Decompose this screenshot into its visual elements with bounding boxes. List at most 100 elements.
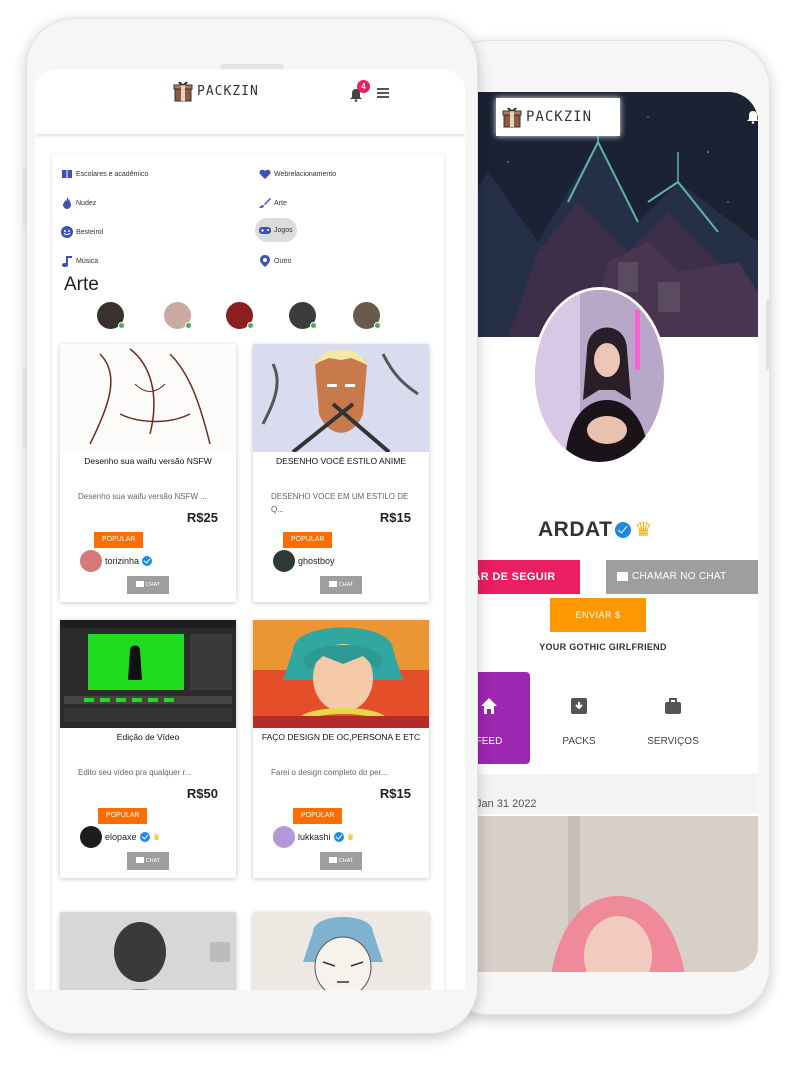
product-description: Farei o design completo do per... (271, 768, 388, 777)
category-label: Escolares e acadêmico (76, 170, 149, 178)
profile-tagline: YOUR GOTHIC GIRLFRIEND (539, 642, 667, 652)
product-card[interactable]: Desenho sua waifu versão NSFW Desenho su… (60, 344, 236, 602)
location-pin-icon (260, 255, 270, 267)
send-money-button[interactable]: ENVIAR $ (550, 598, 646, 632)
seller-name: torizinha (105, 556, 140, 566)
category-label: Besteirol (76, 228, 104, 236)
product-description: Edito seu vídeo pra qualquer r... (78, 768, 192, 777)
product-card[interactable]: FAÇO DESIGN DE OC,PERSONA E ETC Farei o … (253, 620, 429, 878)
crown-icon: ♛ (346, 831, 355, 842)
category-fun[interactable]: Besteirol (61, 226, 103, 238)
online-user-avatar[interactable] (289, 302, 317, 329)
profile-avatar[interactable] (532, 287, 667, 465)
product-image (253, 912, 429, 990)
seller-name: elopaxe (105, 832, 137, 842)
gift-box-icon (502, 107, 522, 128)
product-price: R$25 (186, 510, 218, 525)
seller-avatar (273, 826, 295, 848)
chat-button[interactable]: CHAT (320, 576, 362, 594)
video-editor-screenshot (60, 620, 236, 728)
profile-tabs: FEED PACKS SERVIÇOS (448, 672, 758, 764)
brand-logo[interactable]: PACKZIN (173, 80, 259, 102)
seller-info[interactable]: ghostboy (273, 550, 335, 572)
seller-avatar (273, 550, 295, 572)
feed-photo (448, 816, 758, 972)
archive-box-icon (571, 698, 587, 714)
profile-name-row: ARDAT ♛ (538, 517, 652, 542)
popular-badge: POPULAR (293, 808, 343, 824)
profile-photo (535, 290, 664, 462)
online-status-dot (310, 322, 317, 329)
popular-badge: POPULAR (94, 532, 144, 548)
tab-packs[interactable]: PACKS (538, 672, 620, 764)
sketch-drawing (60, 344, 236, 452)
product-price: R$50 (186, 786, 218, 801)
profile-screen: PACKZIN ARDAT ♛ ARAR DE SEGUIR CHAMAR NO… (448, 92, 758, 972)
product-card[interactable] (60, 912, 236, 990)
chat-button[interactable]: CHAT (127, 576, 169, 594)
product-card[interactable]: Edição de Vídeo Edito seu vídeo pra qual… (60, 620, 236, 878)
online-status-dot (247, 322, 254, 329)
popular-badge: POPULAR (98, 808, 148, 824)
category-nudity[interactable]: Nudez (61, 197, 96, 209)
tab-services[interactable]: SERVIÇOS (632, 672, 714, 764)
product-image (60, 912, 236, 990)
chat-button[interactable]: CHAMAR NO CHAT (606, 560, 758, 594)
back-phone-frame: PACKZIN ARDAT ♛ ARAR DE SEGUIR CHAMAR NO… (440, 40, 770, 1015)
category-music[interactable]: Música (61, 255, 98, 267)
online-user-avatar[interactable] (226, 302, 254, 329)
verified-badge-icon (615, 521, 632, 538)
product-title: FAÇO DESIGN DE OC,PERSONA E ETC (261, 732, 421, 742)
category-games[interactable]: Jogos (255, 218, 297, 242)
category-label: Nudez (76, 199, 97, 207)
category-dating[interactable]: Webrelacionamento (259, 168, 336, 180)
feed-post-image[interactable] (448, 816, 758, 972)
online-user-avatar[interactable] (353, 302, 381, 329)
gamepad-icon (259, 227, 271, 234)
side-button (23, 368, 27, 448)
category-panel: Escolares e acadêmico Webrelacionamento … (52, 154, 444, 990)
brand-logo[interactable]: PACKZIN (496, 98, 620, 136)
online-user-avatar[interactable] (164, 302, 192, 329)
brush-icon (259, 198, 271, 208)
seller-info[interactable]: torizinha (80, 550, 153, 572)
section-title: Arte (64, 274, 99, 295)
seller-info[interactable]: elopaxe ♛ (80, 826, 161, 848)
product-image (60, 620, 236, 728)
chat-button-label: CHAMAR NO CHAT (632, 571, 727, 582)
stage: PACKZIN ARDAT ♛ ARAR DE SEGUIR CHAMAR NO… (0, 0, 800, 1070)
seller-avatar (80, 550, 102, 572)
product-card[interactable] (253, 912, 429, 990)
category-label: Outro (274, 257, 292, 265)
online-status-dot (118, 322, 125, 329)
verified-badge-icon (333, 832, 344, 842)
brand-name: PACKZIN (526, 109, 593, 125)
category-label: Arte (274, 199, 287, 207)
front-phone-frame: PACKZIN 4 Escolares e acadêmico Webrelac… (23, 18, 478, 1034)
product-price: R$15 (379, 510, 411, 525)
seller-name: lukkashi (298, 832, 331, 842)
seller-name: ghostboy (298, 556, 335, 566)
speaker-grille (220, 64, 284, 69)
marketplace-screen: PACKZIN 4 Escolares e acadêmico Webrelac… (35, 70, 465, 990)
hamburger-menu-icon[interactable] (377, 88, 389, 98)
product-title: Desenho sua waifu versão NSFW (84, 456, 212, 466)
online-user-avatar[interactable] (97, 302, 125, 329)
anime-sketch-drawing (253, 912, 429, 990)
product-description: Desenho sua waifu versão NSFW ... (78, 492, 207, 501)
seller-info[interactable]: lukkashi ♛ (273, 826, 355, 848)
tab-services-label: SERVIÇOS (647, 736, 699, 747)
book-icon (62, 170, 72, 178)
side-button (23, 168, 27, 228)
chat-button[interactable]: CHAT (320, 852, 362, 870)
brand-name: PACKZIN (197, 83, 259, 99)
category-school[interactable]: Escolares e acadêmico (61, 168, 148, 180)
chat-button[interactable]: CHAT (127, 852, 169, 870)
crown-icon: ♛ (152, 831, 161, 842)
category-other[interactable]: Outro (259, 255, 292, 267)
notification-bell-icon[interactable] (746, 110, 758, 124)
product-card[interactable]: DESENHO VOCÊ ESTILO ANIME DESENHO VOCE E… (253, 344, 429, 602)
product-image (253, 620, 429, 728)
anime-character-drawing (253, 344, 429, 452)
category-art[interactable]: Arte (259, 197, 287, 209)
